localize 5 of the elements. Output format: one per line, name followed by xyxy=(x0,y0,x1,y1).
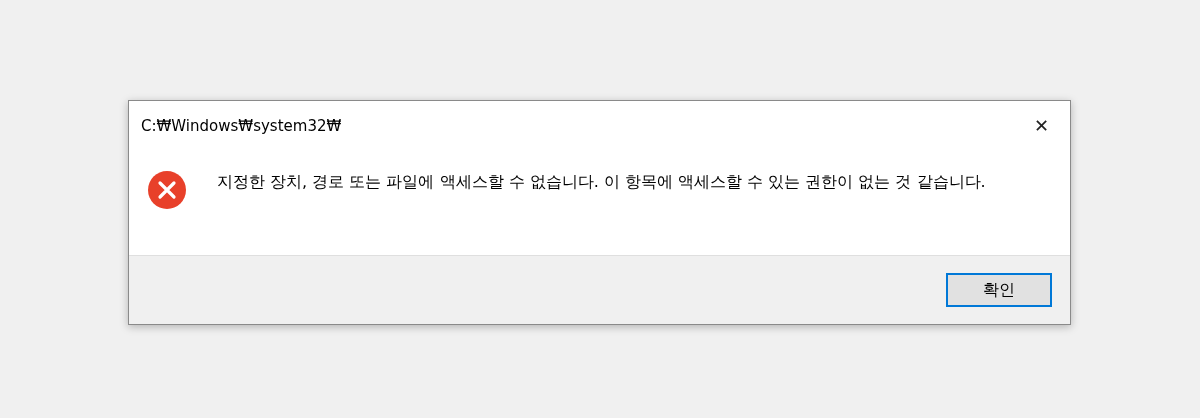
error-icon xyxy=(147,170,187,210)
close-button[interactable]: ✕ xyxy=(1018,106,1064,146)
window-title: C:₩Windows₩system32₩ xyxy=(141,117,342,135)
ok-button[interactable]: 확인 xyxy=(946,273,1052,307)
error-message: 지정한 장치, 경로 또는 파일에 액세스할 수 없습니다. 이 항목에 액세스할 수 있는 권한이 없는 것 같습니다. xyxy=(217,171,987,193)
